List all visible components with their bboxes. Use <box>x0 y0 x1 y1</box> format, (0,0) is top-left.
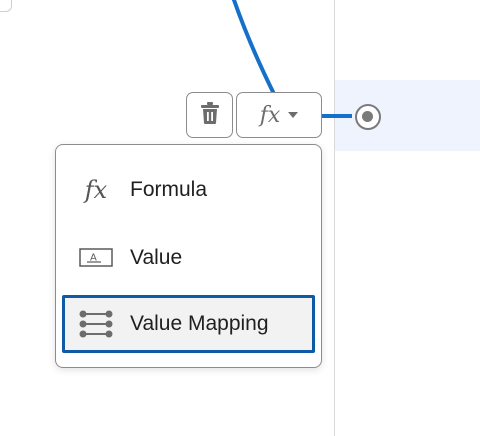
menu-item-value[interactable]: A Value <box>56 227 320 289</box>
fx-icon: fx <box>68 176 124 204</box>
mapping-lines-icon <box>68 309 124 339</box>
menu-item-label: Value <box>130 246 183 269</box>
value-box-icon: A <box>68 247 124 269</box>
menu-item-label: Value Mapping <box>130 312 269 335</box>
function-type-dropdown[interactable]: fx <box>236 92 322 138</box>
mapping-canvas: fx fx Formula A Value Value Mapping <box>0 0 480 436</box>
trash-icon <box>199 101 221 130</box>
target-node-dot <box>362 111 373 122</box>
fx-icon: fx <box>259 102 281 128</box>
menu-item-label: Formula <box>130 178 208 201</box>
fx-menu-glyph: fx <box>84 176 108 204</box>
menu-item-value-mapping[interactable]: Value Mapping <box>62 295 315 353</box>
connector-curve <box>232 0 278 100</box>
caret-down-icon <box>288 112 299 118</box>
value-box-letter: A <box>90 253 97 264</box>
function-type-menu: fx Formula A Value Value Mapping <box>55 144 322 368</box>
target-connection-node[interactable] <box>355 104 381 130</box>
menu-item-formula[interactable]: fx Formula <box>56 159 320 221</box>
canvas-corner-mark <box>0 0 12 12</box>
panel-divider <box>334 0 335 436</box>
delete-mapping-button[interactable] <box>186 92 233 138</box>
